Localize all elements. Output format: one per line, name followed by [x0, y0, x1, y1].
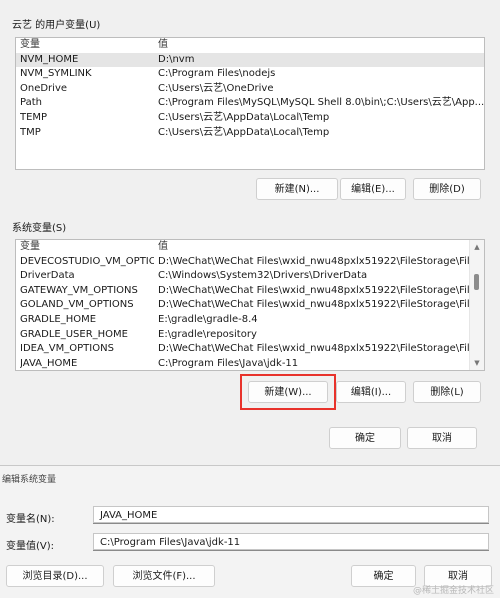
table-row[interactable]: GRADLE_HOME E:\gradle\gradle-8.4 [16, 313, 470, 328]
table-row[interactable]: GRADLE_USER_HOME E:\gradle\repository [16, 328, 470, 343]
edit-variable-dialog: 编辑系统变量 变量名(N): JAVA_HOME 变量值(V): C:\Prog… [0, 465, 500, 598]
column-header-variable[interactable]: 变量 [20, 240, 154, 255]
field-underline [93, 523, 489, 524]
var-name: GRADLE_USER_HOME [20, 328, 128, 340]
var-value: D:\WeChat\WeChat Files\wxid_nwu48pxlx519… [158, 255, 470, 267]
variable-value-field[interactable]: C:\Program Files\Java\jdk-11 [93, 533, 489, 550]
browse-file-button[interactable]: 浏览文件(F)... [113, 565, 215, 587]
table-row[interactable]: IDEA_VM_OPTIONS D:\WeChat\WeChat Files\w… [16, 342, 470, 357]
scroll-up-icon[interactable]: ▲ [470, 240, 484, 254]
table-row[interactable]: NVM_SYMLINK C:\Program Files\nodejs [16, 67, 484, 82]
var-name: NVM_HOME [20, 53, 79, 65]
var-value: D:\WeChat\WeChat Files\wxid_nwu48pxlx519… [158, 284, 470, 296]
table-row[interactable]: Path C:\Program Files\MySQL\MySQL Shell … [16, 96, 484, 111]
table-row[interactable]: GATEWAY_VM_OPTIONS D:\WeChat\WeChat File… [16, 284, 470, 299]
browse-directory-button[interactable]: 浏览目录(D)... [6, 565, 104, 587]
table-row[interactable]: DEVECOSTUDIO_VM_OPTIO... D:\WeChat\WeCha… [16, 255, 470, 270]
var-name: NVM_SYMLINK [20, 68, 92, 80]
column-header-value[interactable]: 值 [158, 240, 168, 255]
var-name: GATEWAY_VM_OPTIONS [20, 284, 138, 296]
user-vars-list[interactable]: 变量 值 NVM_HOME D:\nvm NVM_SYMLINK C:\Prog… [15, 37, 485, 170]
var-value: D:\WeChat\WeChat Files\wxid_nwu48pxlx519… [158, 343, 470, 355]
variable-name-field[interactable]: JAVA_HOME [93, 506, 489, 523]
scroll-down-icon[interactable]: ▼ [470, 356, 484, 370]
var-value: C:\Program Files\Java\jdk-11 [158, 357, 299, 369]
column-header-value[interactable]: 值 [158, 38, 168, 53]
var-value: C:\Program Files\nodejs [158, 68, 276, 80]
dialog-title: 编辑系统变量 [2, 475, 57, 485]
system-edit-button[interactable]: 编辑(I)... [336, 381, 406, 403]
field-underline [93, 550, 489, 551]
dialog-ok-button[interactable]: 确定 [351, 565, 416, 587]
var-name: OneDrive [20, 82, 68, 94]
system-vars-scrollbar[interactable]: ▲ ▼ [469, 240, 484, 370]
var-name: DriverData [20, 270, 75, 282]
table-row[interactable]: NVM_HOME D:\nvm [16, 52, 484, 68]
table-row[interactable]: OneDrive C:\Users\云艺\OneDrive [16, 82, 484, 97]
user-vars-title: 云艺 的用户变量(U) [12, 20, 101, 31]
var-name: IDEA_VM_OPTIONS [20, 343, 114, 355]
var-value: C:\Users\云艺\OneDrive [158, 82, 274, 94]
table-row[interactable]: TMP C:\Users\云艺\AppData\Local\Temp [16, 126, 484, 141]
var-name: TMP [20, 126, 41, 138]
var-value: E:\gradle\repository [158, 328, 257, 340]
var-value: C:\Users\云艺\AppData\Local\Temp [158, 126, 330, 138]
system-new-button[interactable]: 新建(W)... [248, 381, 328, 403]
system-vars-title: 系统变量(S) [12, 223, 67, 234]
var-value: C:\Users\云艺\AppData\Local\Temp [158, 111, 330, 123]
var-name: Path [20, 97, 42, 109]
table-row[interactable]: GOLAND_VM_OPTIONS D:\WeChat\WeChat Files… [16, 298, 470, 313]
scrollbar-thumb[interactable] [474, 274, 479, 290]
user-edit-button[interactable]: 编辑(E)... [340, 178, 406, 200]
var-name: TEMP [20, 111, 48, 123]
var-value: D:\WeChat\WeChat Files\wxid_nwu48pxlx519… [158, 299, 470, 311]
watermark: @稀土掘金技术社区 [412, 586, 494, 596]
cancel-button[interactable]: 取消 [407, 427, 477, 449]
var-name: GOLAND_VM_OPTIONS [20, 299, 134, 311]
system-vars-list[interactable]: 变量 值 DEVECOSTUDIO_VM_OPTIO... D:\WeChat\… [15, 239, 485, 371]
ok-button[interactable]: 确定 [329, 427, 401, 449]
name-label: 变量名(N): [6, 514, 55, 525]
var-name: GRADLE_HOME [20, 313, 97, 325]
value-label: 变量值(V): [6, 541, 55, 552]
var-value: E:\gradle\gradle-8.4 [158, 313, 258, 325]
system-delete-button[interactable]: 删除(L) [413, 381, 481, 403]
system-vars-header: 变量 值 [16, 240, 470, 255]
column-header-variable[interactable]: 变量 [20, 38, 154, 53]
user-vars-header: 变量 值 [16, 38, 484, 53]
var-name: JAVA_HOME [20, 357, 78, 369]
user-new-button[interactable]: 新建(N)... [256, 178, 338, 200]
table-row[interactable]: TEMP C:\Users\云艺\AppData\Local\Temp [16, 111, 484, 126]
user-delete-button[interactable]: 删除(D) [413, 178, 481, 200]
var-value: D:\nvm [158, 53, 195, 65]
var-value: C:\Windows\System32\Drivers\DriverData [158, 270, 368, 282]
table-row[interactable]: JAVA_HOME C:\Program Files\Java\jdk-11 [16, 357, 470, 370]
var-name: DEVECOSTUDIO_VM_OPTIO... [20, 255, 154, 267]
var-value: C:\Program Files\MySQL\MySQL Shell 8.0\b… [158, 97, 485, 109]
table-row[interactable]: DriverData C:\Windows\System32\Drivers\D… [16, 269, 470, 284]
